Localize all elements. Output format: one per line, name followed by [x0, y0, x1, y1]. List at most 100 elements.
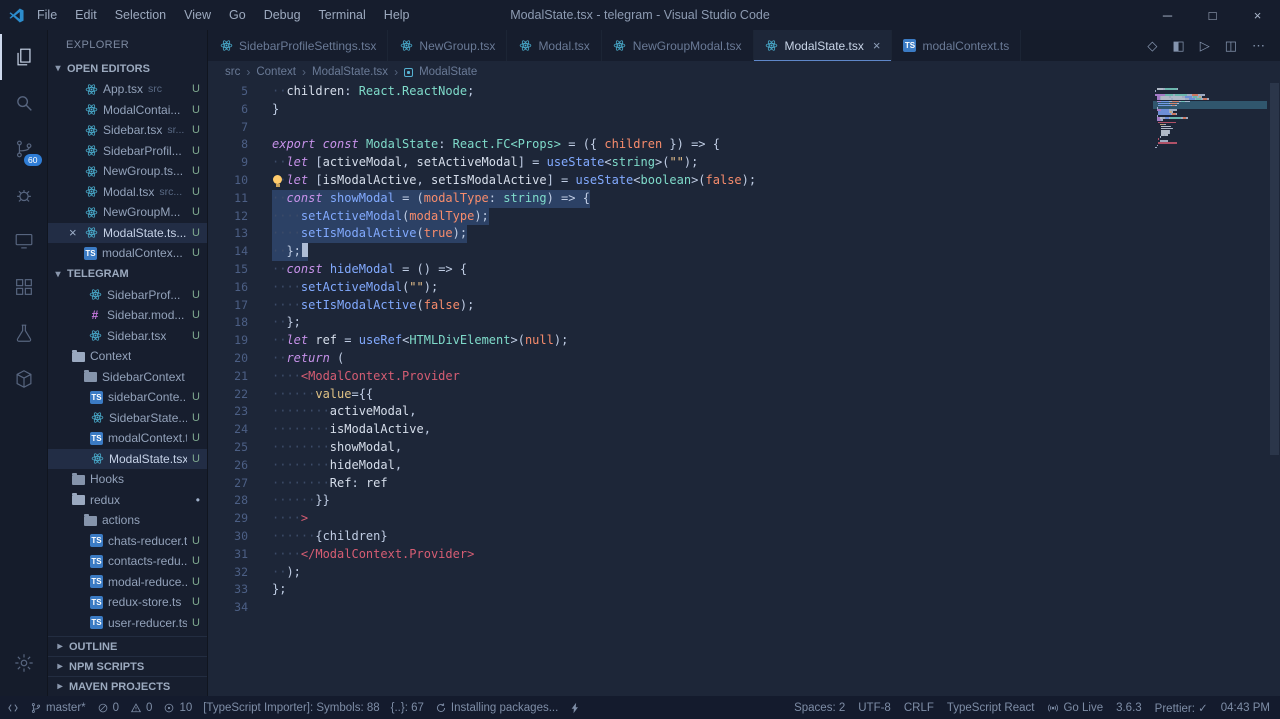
status-clock[interactable]: 04:43 PM: [1221, 702, 1270, 714]
menu-file[interactable]: File: [28, 0, 66, 30]
line-content[interactable]: }: [272, 101, 279, 119]
activity-debug[interactable]: [0, 172, 48, 218]
open-editor-item[interactable]: NewGroupM... U: [48, 202, 207, 223]
menu-terminal[interactable]: Terminal: [310, 0, 375, 30]
tree-item[interactable]: TS contacts-redu... U: [48, 551, 207, 572]
status-prettier[interactable]: Prettier: ✓: [1155, 701, 1208, 715]
tree-item[interactable]: Sidebar.tsx U: [48, 326, 207, 347]
activity-docker[interactable]: [0, 356, 48, 402]
line-content[interactable]: ········activeModal,: [272, 403, 417, 421]
open-changes-icon[interactable]: ◇: [1147, 39, 1157, 52]
line-number[interactable]: 7: [208, 119, 248, 137]
line-content[interactable]: ··let [isModalActive, setIsModalActive] …: [272, 172, 756, 190]
status-import-cost[interactable]: {..}: 67: [391, 702, 424, 714]
line-number[interactable]: 21: [208, 368, 248, 386]
section-maven-projects[interactable]: ▸ MAVEN PROJECTS: [48, 676, 207, 696]
editor-tab[interactable]: NewGroupModal.tsx: [601, 30, 754, 61]
status-language-mode[interactable]: TypeScript React: [947, 702, 1035, 714]
code-line[interactable]: 28 ······}}: [208, 492, 1150, 510]
line-content[interactable]: ········hideModal,: [272, 457, 402, 475]
line-number[interactable]: 32: [208, 564, 248, 582]
tree-item[interactable]: TS chats-reducer.ts U: [48, 531, 207, 552]
scrollbar-thumb[interactable]: [1270, 83, 1279, 455]
tree-item[interactable]: SidebarState... U: [48, 408, 207, 429]
line-number[interactable]: 28: [208, 492, 248, 510]
code-line[interactable]: 6}: [208, 101, 1150, 119]
line-content[interactable]: ····<ModalContext.Provider: [272, 368, 460, 386]
line-content[interactable]: ····</ModalContext.Provider>: [272, 546, 474, 564]
open-editor-item[interactable]: NewGroup.ts... U: [48, 161, 207, 182]
line-content[interactable]: ······}}: [272, 492, 330, 510]
code-line[interactable]: 5 ··children: React.ReactNode;: [208, 83, 1150, 101]
line-number[interactable]: 30: [208, 528, 248, 546]
status-ts-importer[interactable]: [TypeScript Importer]: Symbols: 88: [203, 702, 379, 714]
tree-item[interactable]: TS sidebarConte... U: [48, 387, 207, 408]
line-number[interactable]: 17: [208, 297, 248, 315]
editor-scrollbar[interactable]: [1268, 83, 1280, 696]
menu-edit[interactable]: Edit: [66, 0, 106, 30]
line-number[interactable]: 24: [208, 421, 248, 439]
line-number[interactable]: 5: [208, 83, 248, 101]
tree-item[interactable]: TS redux-store.ts U: [48, 592, 207, 613]
open-editors-header[interactable]: ▾ OPEN EDITORS: [48, 58, 207, 79]
line-number[interactable]: 20: [208, 350, 248, 368]
line-content[interactable]: ··return (: [272, 350, 344, 368]
status-version[interactable]: 3.6.3: [1116, 702, 1142, 714]
line-content[interactable]: ········showModal,: [272, 439, 402, 457]
line-content[interactable]: ········Ref: ref: [272, 475, 388, 493]
code-line[interactable]: 19 ··let ref = useRef<HTMLDivElement>(nul…: [208, 332, 1150, 350]
line-content[interactable]: ··};: [272, 243, 308, 261]
menu-debug[interactable]: Debug: [255, 0, 310, 30]
project-header[interactable]: ▾ TELEGRAM: [48, 264, 207, 285]
more-actions-icon[interactable]: ⋯: [1252, 39, 1265, 52]
line-number[interactable]: 19: [208, 332, 248, 350]
line-number[interactable]: 27: [208, 475, 248, 493]
code-line[interactable]: 8 export const ModalState: React.FC<Props…: [208, 136, 1150, 154]
close-editor-icon[interactable]: ×: [69, 226, 77, 239]
line-content[interactable]: ··const showModal = (modalType: string) …: [272, 189, 590, 208]
editor-tab[interactable]: TS modalContext.ts: [892, 30, 1022, 61]
activity-settings[interactable]: [0, 640, 48, 686]
status-indentation[interactable]: Spaces: 2: [794, 702, 845, 714]
activity-extensions[interactable]: [0, 264, 48, 310]
line-number[interactable]: 29: [208, 510, 248, 528]
line-number[interactable]: 33: [208, 581, 248, 599]
line-content[interactable]: ··let [activeModal, setActiveModal] = us…: [272, 154, 698, 172]
code-line[interactable]: 21 ····<ModalContext.Provider: [208, 368, 1150, 386]
line-content[interactable]: ····setIsModalActive(true);: [272, 225, 468, 244]
activity-search[interactable]: [0, 80, 48, 126]
open-editor-item[interactable]: Modal.tsx src... U: [48, 182, 207, 203]
close-tab-icon[interactable]: ×: [873, 38, 881, 53]
tree-item[interactable]: # Sidebar.mod... U: [48, 305, 207, 326]
menu-selection[interactable]: Selection: [106, 0, 175, 30]
line-content[interactable]: ····setIsModalActive(false);: [272, 297, 474, 315]
line-content[interactable]: ····setActiveModal(modalType);: [272, 207, 489, 226]
code-line[interactable]: 9 ··let [activeModal, setActiveModal] = u…: [208, 154, 1150, 172]
line-number[interactable]: 14: [208, 243, 248, 261]
code-line[interactable]: 18 ··};: [208, 314, 1150, 332]
code-line[interactable]: 15 ··const hideModal = () => {: [208, 261, 1150, 279]
section-npm-scripts[interactable]: ▸ NPM SCRIPTS: [48, 656, 207, 676]
line-number[interactable]: 13: [208, 225, 248, 243]
tree-item[interactable]: SidebarContext: [48, 367, 207, 388]
code-line[interactable]: 10 ··let [isModalActive, setIsModalActive…: [208, 172, 1150, 190]
status-encoding[interactable]: UTF-8: [858, 702, 891, 714]
line-number[interactable]: 18: [208, 314, 248, 332]
breadcrumb-item[interactable]: src: [225, 66, 240, 78]
status-info-count[interactable]: 10: [163, 702, 192, 714]
line-content[interactable]: ······value={{: [272, 386, 373, 404]
editor-tab[interactable]: ModalState.tsx ×: [753, 30, 893, 61]
line-number[interactable]: 26: [208, 457, 248, 475]
editor-tab[interactable]: Modal.tsx: [507, 30, 602, 61]
line-content[interactable]: export const ModalState: React.FC<Props>…: [272, 136, 720, 154]
tree-item[interactable]: redux •: [48, 490, 207, 511]
status-git-branch[interactable]: master*: [30, 702, 86, 714]
tree-item[interactable]: actions: [48, 510, 207, 531]
code-line[interactable]: 26 ········hideModal,: [208, 457, 1150, 475]
activity-live-share[interactable]: [0, 218, 48, 264]
line-content[interactable]: ········isModalActive,: [272, 421, 431, 439]
tree-item[interactable]: Hooks: [48, 469, 207, 490]
status-plug[interactable]: [569, 702, 581, 714]
tree-item[interactable]: ModalState.tsx U: [48, 448, 207, 469]
split-editor-icon[interactable]: ◫: [1225, 39, 1237, 52]
